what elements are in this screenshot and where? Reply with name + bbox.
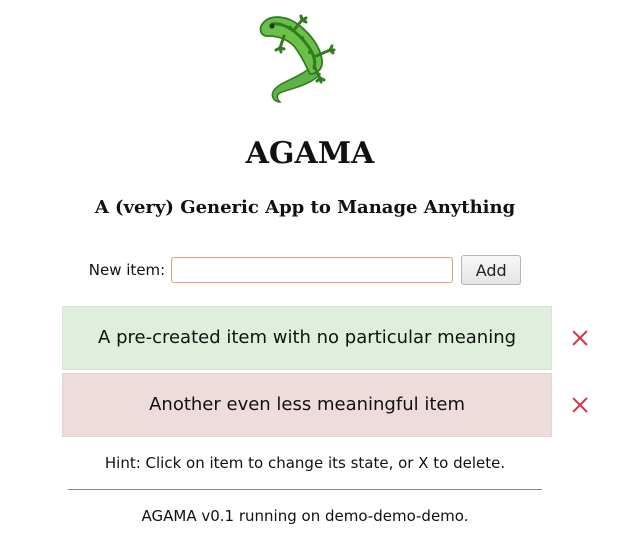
list-item: Another even less meaningful item — [62, 371, 592, 438]
new-item-input[interactable] — [171, 257, 454, 283]
app-subtitle: A (very) Generic App to Manage Anything — [94, 197, 516, 218]
page: AGAMA A (very) Generic App to Manage Any… — [0, 0, 620, 550]
divider — [68, 489, 542, 490]
add-button[interactable]: Add — [461, 255, 522, 285]
app-title: AGAMA — [245, 136, 375, 171]
footer-text: AGAMA v0.1 running on demo-demo-demo. — [141, 507, 469, 525]
hint-text: Hint: Click on item to change its state,… — [104, 454, 506, 472]
item-text-1[interactable]: Another even less meaningful item — [62, 372, 553, 437]
list-item: A pre-created item with no particular me… — [62, 304, 592, 371]
new-item-form: New item: Add — [0, 255, 610, 285]
item-list: A pre-created item with no particular me… — [62, 304, 592, 438]
lizard-logo-icon — [259, 14, 336, 103]
delete-icon[interactable] — [568, 326, 592, 350]
new-item-label: New item: — [88, 261, 166, 279]
delete-icon[interactable] — [568, 393, 592, 417]
item-text-0[interactable]: A pre-created item with no particular me… — [62, 305, 553, 370]
